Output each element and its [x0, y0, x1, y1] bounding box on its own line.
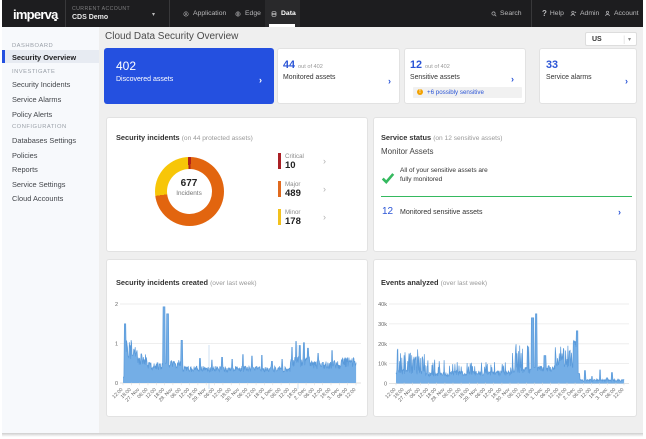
svg-text:40k: 40k	[378, 302, 387, 308]
svg-text:10k: 10k	[378, 362, 387, 368]
svg-text:0: 0	[384, 382, 387, 388]
svg-text:30k: 30k	[378, 322, 387, 328]
svg-text:20k: 20k	[378, 342, 387, 348]
